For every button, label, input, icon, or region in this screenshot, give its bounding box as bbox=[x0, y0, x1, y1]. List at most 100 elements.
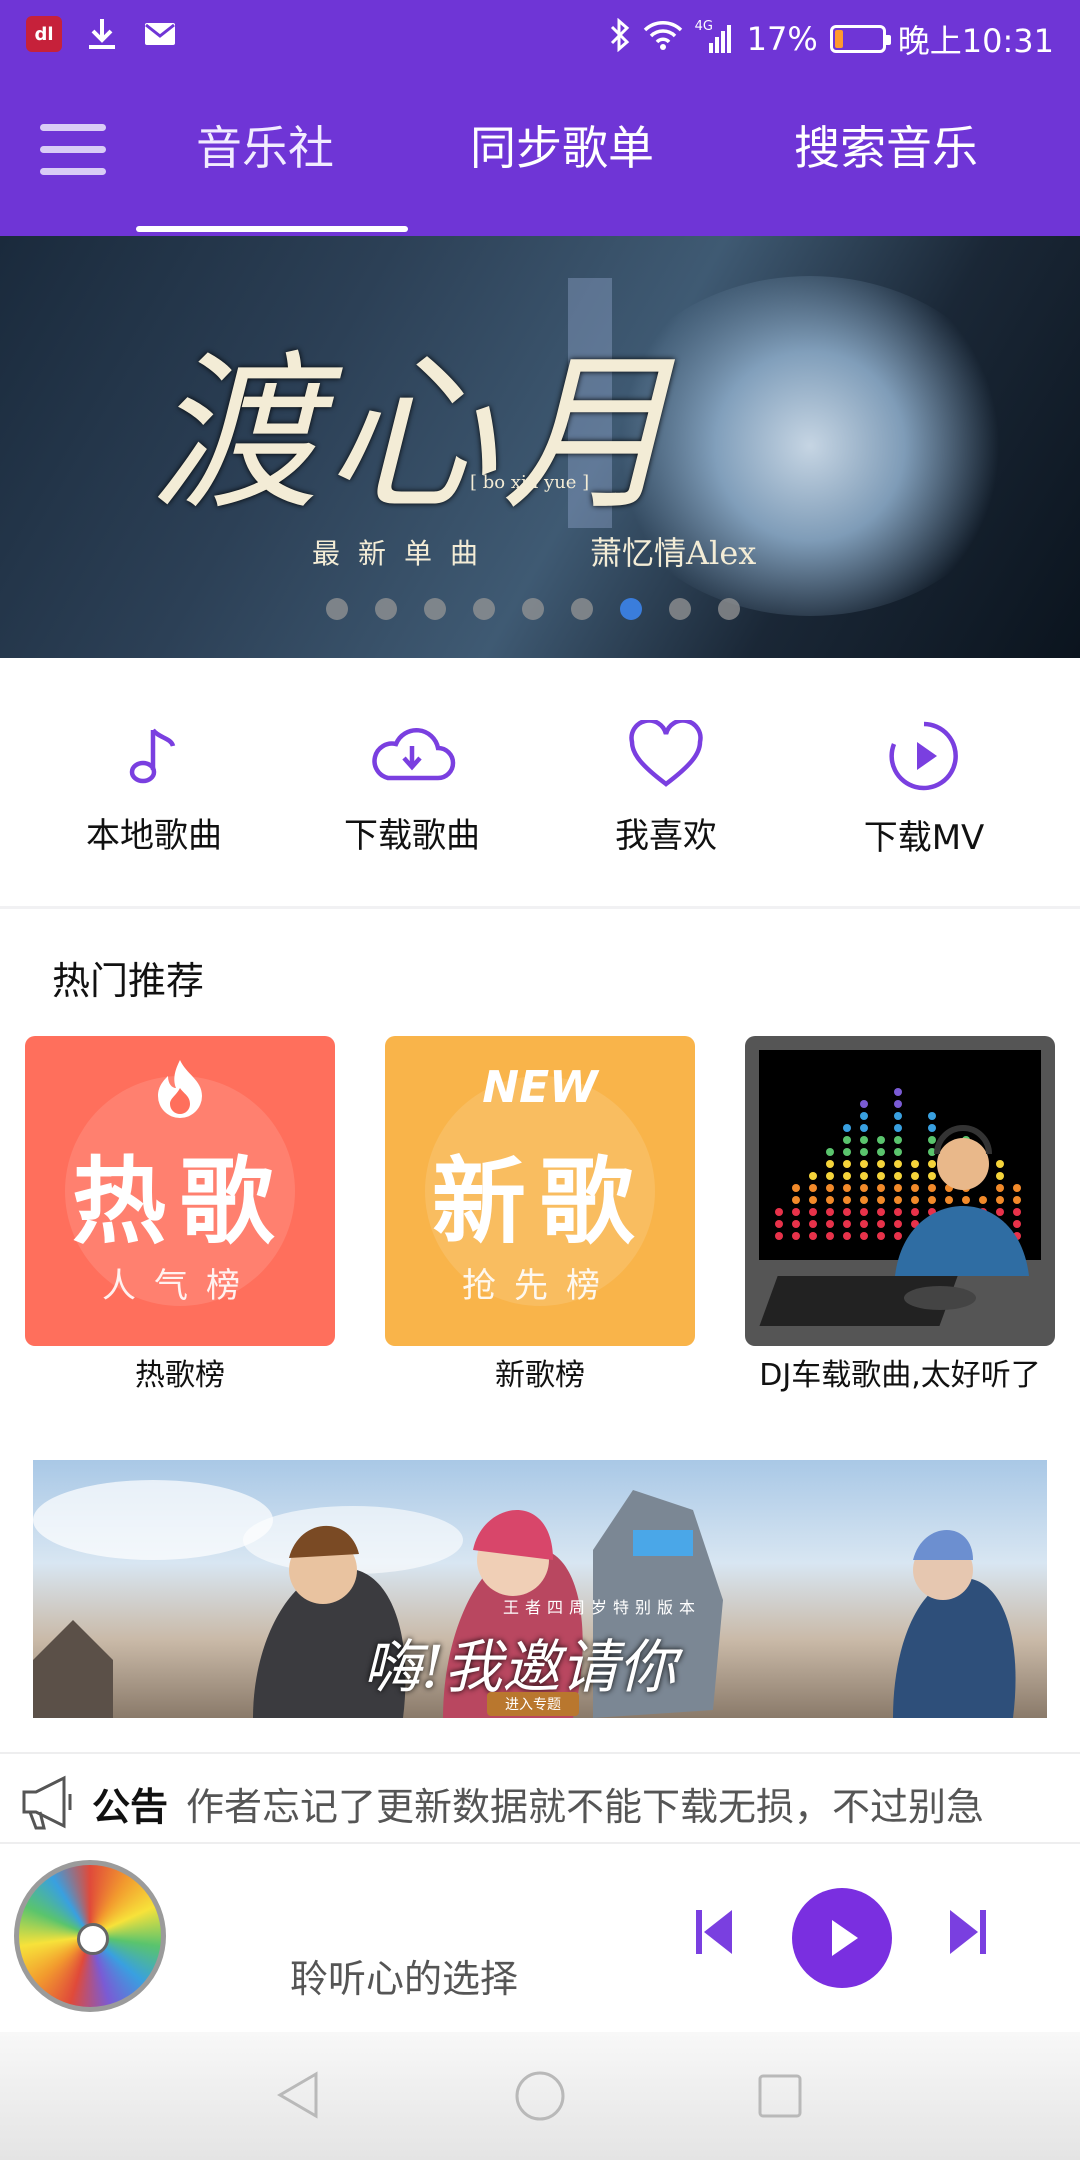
announcement-label: 公告 bbox=[92, 1785, 169, 1829]
wifi-icon bbox=[643, 20, 683, 58]
app-notification-icon: dl bbox=[26, 16, 62, 52]
promo-subtitle: 王者四周岁特别版本 bbox=[503, 1598, 702, 1617]
back-button[interactable] bbox=[274, 2070, 322, 2124]
eq-dot bbox=[945, 1196, 953, 1204]
new-songs-card[interactable]: NEW 新歌 抢先榜 bbox=[385, 1036, 695, 1346]
eq-dot bbox=[826, 1220, 834, 1228]
battery-icon bbox=[829, 25, 891, 53]
album-art-disc[interactable] bbox=[14, 1860, 166, 2012]
new-card-title: 新歌 bbox=[431, 1148, 648, 1257]
dj-songs-label: DJ车载歌曲,太好听了 bbox=[759, 1358, 1041, 1393]
eq-dot bbox=[911, 1184, 919, 1192]
previous-button[interactable] bbox=[692, 1906, 738, 1962]
pagination-dot[interactable] bbox=[326, 598, 348, 620]
favorites-button[interactable]: 我喜欢 bbox=[556, 720, 776, 857]
pagination-dot[interactable] bbox=[718, 598, 740, 620]
eq-dot bbox=[894, 1124, 902, 1132]
now-playing-text: 聆听心的选择 bbox=[290, 1957, 519, 2001]
eq-dot bbox=[1013, 1196, 1021, 1204]
eq-dot bbox=[894, 1136, 902, 1144]
tab-sync-playlist[interactable]: 同步歌单 bbox=[470, 112, 654, 178]
recents-square-icon bbox=[758, 2074, 802, 2118]
banner-title: 渡心月 bbox=[150, 336, 679, 534]
back-triangle-icon bbox=[277, 2071, 318, 2119]
recents-button[interactable] bbox=[756, 2072, 804, 2124]
eq-dot bbox=[826, 1232, 834, 1240]
eq-dot bbox=[877, 1208, 885, 1216]
eq-dot bbox=[860, 1196, 868, 1204]
eq-dot bbox=[1013, 1220, 1021, 1228]
eq-dot bbox=[843, 1232, 851, 1240]
banner-subtitle: 最新单曲 bbox=[312, 537, 497, 570]
eq-dot bbox=[877, 1232, 885, 1240]
eq-dot bbox=[843, 1160, 851, 1168]
tab-music-club[interactable]: 音乐社 bbox=[196, 112, 334, 178]
eq-dot bbox=[996, 1196, 1004, 1204]
local-songs-button[interactable]: 本地歌曲 bbox=[44, 720, 264, 857]
tab-search-music[interactable]: 搜索音乐 bbox=[794, 112, 978, 178]
banner-artist: 萧忆情Alex bbox=[590, 534, 757, 572]
status-time: 晚上10:31 bbox=[897, 22, 1054, 60]
pagination-dot[interactable] bbox=[522, 598, 544, 620]
eq-dot bbox=[843, 1148, 851, 1156]
pagination-dot[interactable] bbox=[424, 598, 446, 620]
favorites-label: 我喜欢 bbox=[615, 816, 717, 856]
eq-dot bbox=[860, 1112, 868, 1120]
banner-pinyin: [ bo xin yue ] bbox=[470, 472, 590, 493]
eq-dot bbox=[894, 1100, 902, 1108]
eq-dot bbox=[1013, 1184, 1021, 1192]
eq-dot bbox=[860, 1208, 868, 1216]
download-mv-button[interactable]: 下载MV bbox=[814, 720, 1034, 859]
announcement-bar[interactable]: 公告 作者忘记了更新数据就不能下载无损，不过别急 bbox=[0, 1752, 1080, 1844]
megaphone-icon bbox=[22, 1775, 72, 1830]
home-button[interactable] bbox=[514, 2070, 566, 2126]
pagination-dot[interactable] bbox=[669, 598, 691, 620]
status-bar: dl 4G 17% 晚上10:31 bbox=[0, 0, 1080, 72]
pagination-dot[interactable] bbox=[571, 598, 593, 620]
mini-player: 聆听心的选择 bbox=[0, 1846, 1080, 2032]
flame-icon bbox=[158, 1060, 202, 1118]
eq-dot bbox=[928, 1196, 936, 1204]
music-note-icon bbox=[129, 728, 176, 784]
eq-dot bbox=[809, 1232, 817, 1240]
pagination-dot[interactable] bbox=[473, 598, 495, 620]
eq-dot bbox=[843, 1136, 851, 1144]
menu-icon[interactable] bbox=[40, 124, 106, 184]
mail-icon bbox=[142, 16, 178, 52]
eq-dot bbox=[860, 1184, 868, 1192]
pagination-dot[interactable] bbox=[620, 598, 642, 620]
eq-dot bbox=[826, 1184, 834, 1192]
eq-dot bbox=[792, 1232, 800, 1240]
home-circle-icon bbox=[515, 2071, 565, 2121]
eq-dot bbox=[775, 1208, 783, 1216]
eq-dot bbox=[877, 1172, 885, 1180]
promo-enter-button[interactable]: 进入专题 bbox=[487, 1692, 579, 1716]
eq-dot bbox=[860, 1160, 868, 1168]
eq-dot bbox=[860, 1232, 868, 1240]
local-songs-label: 本地歌曲 bbox=[86, 816, 222, 856]
app-icon-text: dl bbox=[34, 23, 54, 45]
bluetooth-icon bbox=[609, 17, 631, 60]
hero-banner[interactable]: 渡心月 [ bo xin yue ] 最新单曲 萧忆情Alex bbox=[0, 236, 1080, 658]
hot-songs-card[interactable]: 热歌 人气榜 bbox=[25, 1036, 335, 1346]
next-button[interactable] bbox=[944, 1906, 990, 1962]
system-nav-bar bbox=[0, 2032, 1080, 2160]
eq-dot bbox=[1013, 1208, 1021, 1216]
downloaded-songs-button[interactable]: 下载歌曲 bbox=[302, 720, 522, 857]
play-button[interactable] bbox=[790, 1886, 894, 1994]
dj-equalizer-image bbox=[759, 1050, 1041, 1326]
eq-dot bbox=[809, 1184, 817, 1192]
eq-dot bbox=[877, 1196, 885, 1204]
eq-dot bbox=[928, 1172, 936, 1180]
announcement-text: 作者忘记了更新数据就不能下载无损，不过别急 bbox=[186, 1785, 985, 1829]
eq-dot bbox=[911, 1160, 919, 1168]
eq-dot bbox=[860, 1148, 868, 1156]
dj-songs-card[interactable] bbox=[745, 1036, 1055, 1346]
play-icon bbox=[792, 1888, 892, 1988]
eq-dot bbox=[894, 1208, 902, 1216]
new-songs-label: 新歌榜 bbox=[495, 1358, 585, 1393]
eq-dot bbox=[843, 1208, 851, 1216]
promo-banner[interactable]: 王者四周岁特别版本 嗨!我邀请你 进入专题 bbox=[33, 1460, 1047, 1718]
quick-actions: 本地歌曲 下载歌曲 我喜欢 下载MV bbox=[0, 658, 1080, 908]
pagination-dot[interactable] bbox=[375, 598, 397, 620]
